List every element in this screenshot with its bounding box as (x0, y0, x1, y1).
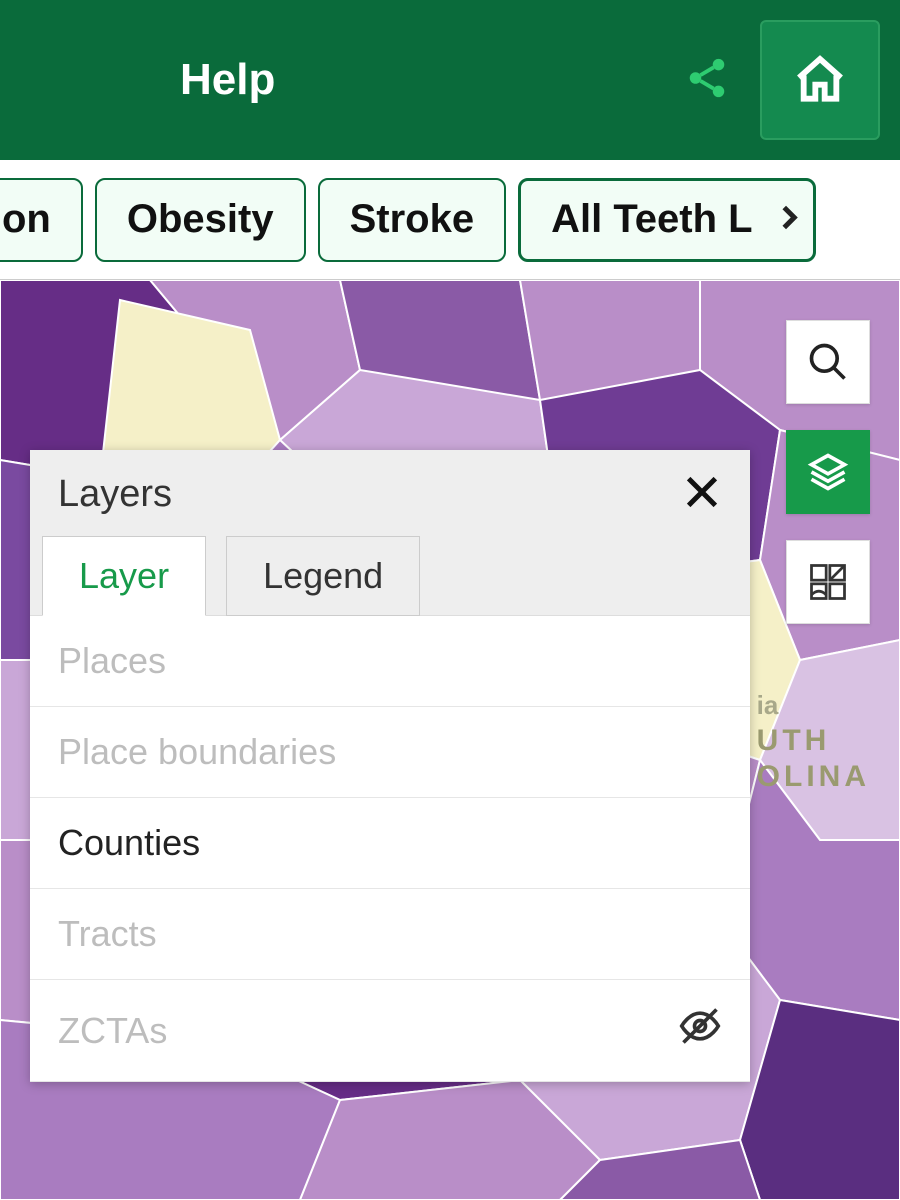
tab-legend[interactable]: Legend (226, 536, 420, 616)
home-icon (792, 52, 848, 108)
layer-label: Tracts (58, 913, 157, 955)
close-button[interactable] (682, 472, 722, 517)
layer-label: Places (58, 640, 166, 682)
layer-label: ZCTAs (58, 1010, 167, 1052)
panel-tabs: Layer Legend (30, 535, 750, 615)
layers-button[interactable] (786, 430, 870, 514)
search-icon (806, 340, 850, 384)
page-title: Help (180, 55, 275, 105)
basemap-button[interactable] (786, 540, 870, 624)
visibility-off-icon[interactable] (678, 1004, 722, 1057)
filter-chip-obesity[interactable]: Obesity (95, 178, 306, 262)
share-icon[interactable] (684, 55, 730, 106)
filter-chip-all-teeth[interactable]: All Teeth L (518, 178, 815, 262)
search-button[interactable] (786, 320, 870, 404)
tab-layer[interactable]: Layer (42, 536, 206, 616)
filter-chip-stroke[interactable]: Stroke (318, 178, 507, 262)
panel-header: Layers (30, 450, 750, 535)
layer-item-places[interactable]: Places (30, 616, 750, 707)
app-header: Help (0, 0, 900, 160)
layer-item-zctas[interactable]: ZCTAs (30, 980, 750, 1082)
layer-list: Places Place boundaries Counties Tracts … (30, 615, 750, 1082)
basemap-icon (806, 560, 850, 604)
layer-label: Place boundaries (58, 731, 336, 773)
layer-item-tracts[interactable]: Tracts (30, 889, 750, 980)
layers-panel: Layers Layer Legend Places Place boundar… (30, 450, 750, 1082)
filter-chip[interactable]: on (0, 178, 83, 262)
panel-title: Layers (58, 473, 172, 516)
map-tools (786, 320, 870, 624)
layer-item-counties[interactable]: Counties (30, 798, 750, 889)
layer-label: Counties (58, 822, 200, 864)
header-actions (684, 20, 880, 140)
layers-icon (806, 450, 850, 494)
chevron-right-icon (773, 197, 803, 242)
layer-item-place-boundaries[interactable]: Place boundaries (30, 707, 750, 798)
chip-label: All Teeth L (551, 197, 752, 242)
filter-chips-row[interactable]: on Obesity Stroke All Teeth L (0, 160, 900, 280)
close-icon (682, 472, 722, 512)
home-button[interactable] (760, 20, 880, 140)
map-canvas[interactable]: ia UTH OLINA Layers (0, 280, 900, 1200)
